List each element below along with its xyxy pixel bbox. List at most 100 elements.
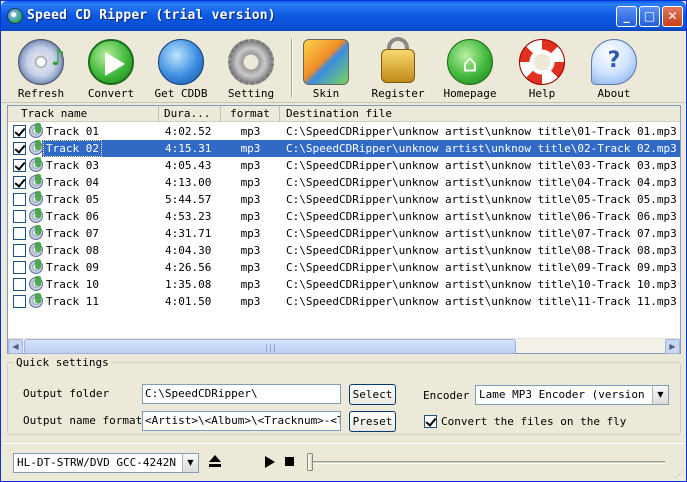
encoder-label: Encoder <box>423 389 470 402</box>
chevron-down-icon[interactable]: ▼ <box>652 386 668 404</box>
track-name: Track 01 <box>46 125 99 138</box>
track-row[interactable]: Track 09 4:26.56 mp3 C:\SpeedCDRipper\unkno… <box>8 259 680 276</box>
refresh-button[interactable]: ♪ Refresh <box>6 35 76 101</box>
track-format: mp3 <box>240 193 261 206</box>
horizontal-scrollbar[interactable]: ◀ ||| ▶ <box>8 338 680 354</box>
track-destination: C:\SpeedCDRipper\unknow artist\unknow ti… <box>286 244 677 257</box>
track-checkbox[interactable] <box>13 210 26 223</box>
skin-label: Skin <box>312 87 340 100</box>
quick-settings-group: Quick settings Output folder C:\SpeedCDR… <box>7 356 681 435</box>
track-row[interactable]: Track 05 5:44.57 mp3 C:\SpeedCDRipper\unkno… <box>8 191 680 208</box>
track-row[interactable]: Track 11 4:01.50 mp3 C:\SpeedCDRipper\unkno… <box>8 293 680 310</box>
stop-icon[interactable] <box>285 457 294 466</box>
track-name: Track 11 <box>46 295 99 308</box>
audio-track-icon <box>29 191 43 206</box>
track-list[interactable]: Track name Dura... format Destination fi… <box>7 105 681 354</box>
scroll-right-arrow-icon[interactable]: ▶ <box>665 339 680 354</box>
convert-on-fly-label[interactable]: Convert the files on the fly <box>441 415 626 428</box>
output-folder-field[interactable]: C:\SpeedCDRipper\ <box>142 384 341 404</box>
track-name: Track 08 <box>46 244 99 257</box>
track-duration: 4:02.52 <box>165 125 212 138</box>
track-row[interactable]: Track 02 4:15.31 mp3 C:\SpeedCDRipper\unkno… <box>8 140 680 157</box>
minimize-button[interactable]: _ <box>616 6 637 27</box>
close-button[interactable]: ✕ <box>662 6 683 27</box>
track-format: mp3 <box>240 261 261 274</box>
track-row[interactable]: Track 07 4:31.71 mp3 C:\SpeedCDRipper\unkno… <box>8 225 680 242</box>
resize-grip-icon[interactable]: ⋰ <box>675 470 683 479</box>
register-button[interactable]: Register <box>363 35 433 101</box>
seek-slider-thumb[interactable] <box>307 453 313 471</box>
encoder-value: Lame MP3 Encoder (version 1.3 <box>479 388 669 401</box>
track-row[interactable]: Track 08 4:04.30 mp3 C:\SpeedCDRipper\unkno… <box>8 242 680 259</box>
track-destination: C:\SpeedCDRipper\unknow artist\unknow ti… <box>286 142 677 155</box>
get-cddb-button[interactable]: Get CDDB <box>146 35 216 101</box>
track-name: Track 10 <box>46 278 99 291</box>
help-button[interactable]: Help <box>507 35 577 101</box>
convert-button[interactable]: Convert <box>76 35 146 101</box>
track-checkbox[interactable] <box>13 227 26 240</box>
select-folder-button[interactable]: Select <box>349 384 396 405</box>
track-checkbox[interactable] <box>13 278 26 291</box>
column-header-format[interactable]: format <box>221 106 280 122</box>
track-duration: 1:35.08 <box>165 278 212 291</box>
scroll-thumb[interactable]: ||| <box>24 339 516 354</box>
lifebuoy-icon <box>519 39 565 85</box>
audio-track-icon <box>29 208 43 223</box>
column-header-destination[interactable]: Destination file <box>280 106 680 122</box>
track-format: mp3 <box>240 176 261 189</box>
track-checkbox[interactable] <box>13 142 26 155</box>
track-row[interactable]: Track 04 4:13.00 mp3 C:\SpeedCDRipper\unkno… <box>8 174 680 191</box>
preset-button[interactable]: Preset <box>349 411 396 432</box>
title-bar[interactable]: Speed CD Ripper (trial version) _ □ ✕ <box>1 1 686 31</box>
play-icon[interactable] <box>265 456 275 468</box>
track-format: mp3 <box>240 295 261 308</box>
scroll-left-arrow-icon[interactable]: ◀ <box>8 339 23 354</box>
setting-button[interactable]: Setting <box>216 35 286 101</box>
seek-slider-track[interactable] <box>309 461 665 464</box>
name-format-field[interactable]: <Artist>\<Album>\<Tracknum>-<Tit <box>142 411 341 431</box>
track-name: Track 06 <box>46 210 99 223</box>
track-duration: 5:44.57 <box>165 193 212 206</box>
track-row[interactable]: Track 03 4:05.43 mp3 C:\SpeedCDRipper\unkno… <box>8 157 680 174</box>
register-label: Register <box>371 87 425 100</box>
track-checkbox[interactable] <box>13 125 26 138</box>
track-destination: C:\SpeedCDRipper\unknow artist\unknow ti… <box>286 227 677 240</box>
drive-value: HL-DT-STRW/DVD GCC-4242N <box>17 456 176 469</box>
track-row[interactable]: Track 01 4:02.52 mp3 C:\SpeedCDRipper\unkno… <box>8 123 680 140</box>
track-checkbox[interactable] <box>13 261 26 274</box>
track-row[interactable]: Track 06 4:53.23 mp3 C:\SpeedCDRipper\unkno… <box>8 208 680 225</box>
help-label: Help <box>528 87 556 100</box>
track-checkbox[interactable] <box>13 295 26 308</box>
track-format: mp3 <box>240 278 261 291</box>
convert-on-fly-checkbox[interactable] <box>424 415 437 428</box>
track-destination: C:\SpeedCDRipper\unknow artist\unknow ti… <box>286 176 677 189</box>
track-checkbox[interactable] <box>13 159 26 172</box>
eject-icon[interactable] <box>208 455 222 469</box>
track-format: mp3 <box>240 142 261 155</box>
track-row[interactable]: Track 10 1:35.08 mp3 C:\SpeedCDRipper\unkno… <box>8 276 680 293</box>
maximize-button[interactable]: □ <box>639 6 660 27</box>
home-icon: ⌂ <box>447 39 493 85</box>
column-header-track-name[interactable]: Track name <box>8 106 159 122</box>
track-format: mp3 <box>240 125 261 138</box>
track-destination: C:\SpeedCDRipper\unknow artist\unknow ti… <box>286 193 677 206</box>
about-button[interactable]: ? About <box>579 35 649 101</box>
track-duration: 4:15.31 <box>165 142 212 155</box>
track-checkbox[interactable] <box>13 193 26 206</box>
track-destination: C:\SpeedCDRipper\unknow artist\unknow ti… <box>286 295 677 308</box>
homepage-button[interactable]: ⌂ Homepage <box>435 35 505 101</box>
track-name: Track 02 <box>43 140 102 157</box>
encoder-select[interactable]: Lame MP3 Encoder (version 1.3 ▼ <box>475 385 669 405</box>
track-checkbox[interactable] <box>13 244 26 257</box>
track-destination: C:\SpeedCDRipper\unknow artist\unknow ti… <box>286 159 677 172</box>
skin-palette-icon <box>303 39 349 85</box>
skin-button[interactable]: Skin <box>291 35 361 101</box>
track-duration: 4:04.30 <box>165 244 212 257</box>
drive-select[interactable]: HL-DT-STRW/DVD GCC-4242N ▼ <box>13 453 199 473</box>
track-list-header: Track name Dura... format Destination fi… <box>8 106 680 122</box>
track-name: Track 04 <box>46 176 99 189</box>
track-checkbox[interactable] <box>13 176 26 189</box>
audio-track-icon <box>29 140 43 155</box>
column-header-duration[interactable]: Dura... <box>159 106 221 122</box>
chevron-down-icon[interactable]: ▼ <box>182 454 198 472</box>
